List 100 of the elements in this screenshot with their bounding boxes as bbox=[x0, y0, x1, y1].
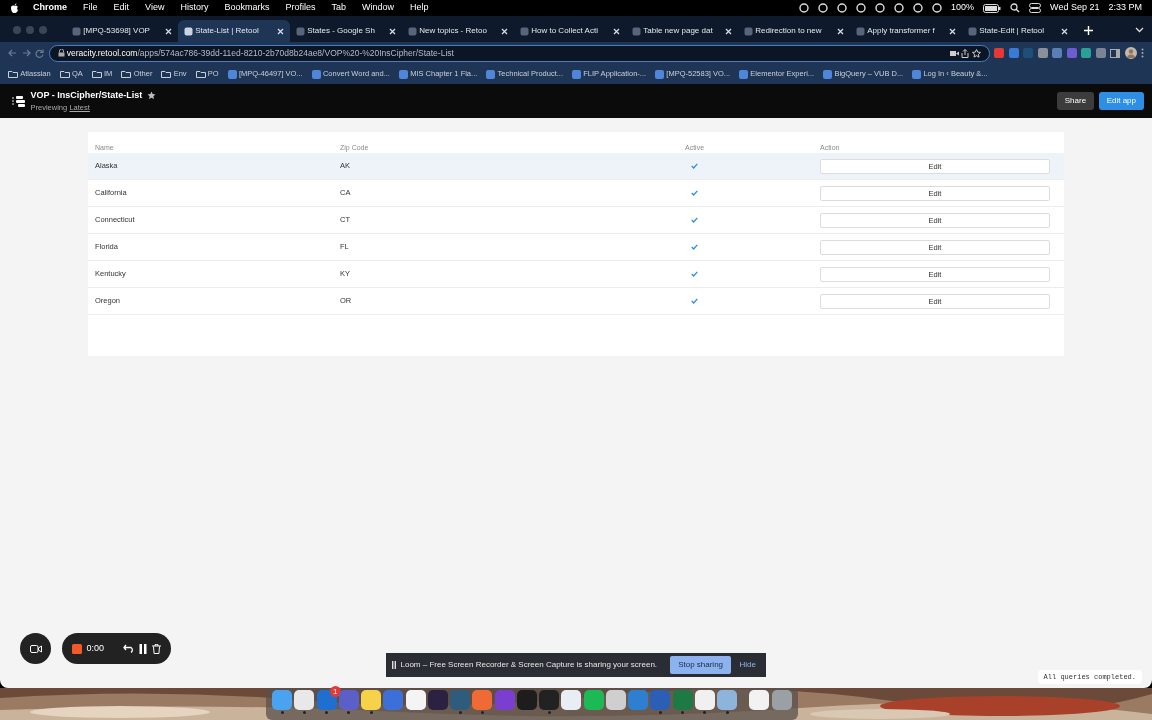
lock-icon bbox=[57, 49, 65, 57]
page-icon bbox=[184, 26, 193, 36]
url-text: veracity.retool.com/apps/574ac786-39dd-11ed-8210-2b70d8b24ae8/VOP%20-%20InsCipher/State-List bbox=[66, 46, 455, 60]
undo-icon[interactable] bbox=[122, 644, 135, 653]
forward-icon[interactable] bbox=[21, 49, 31, 57]
app-title: VOP - InsCipher/State-List bbox=[30, 88, 143, 102]
sidebar-icon[interactable] bbox=[1110, 48, 1120, 58]
site-icon bbox=[486, 69, 496, 79]
browser-tab[interactable]: New topics - Retoo bbox=[402, 20, 514, 42]
chevron-down-icon[interactable] bbox=[1135, 27, 1144, 33]
browser-tab[interactable]: Redirection to new bbox=[738, 20, 850, 42]
extension-icon[interactable] bbox=[1095, 48, 1106, 58]
browser-tab[interactable]: States - Google Sh bbox=[290, 20, 402, 42]
app-menu-title[interactable]: Chrome bbox=[33, 1, 67, 15]
dock-app-icon[interactable] bbox=[583, 690, 604, 710]
pause-icon[interactable] bbox=[139, 643, 148, 654]
close-icon[interactable] bbox=[165, 27, 172, 35]
menu-item[interactable]: Tab bbox=[331, 1, 346, 15]
menu-extra-icon[interactable] bbox=[837, 3, 848, 13]
dock-app-icon[interactable] bbox=[749, 690, 770, 710]
menu-extra-icon[interactable] bbox=[932, 3, 943, 13]
dock-app-icon[interactable] bbox=[605, 690, 626, 710]
page-icon bbox=[408, 26, 417, 36]
camera-button[interactable] bbox=[20, 633, 51, 664]
menu-extra-icon[interactable] bbox=[818, 3, 829, 13]
close-icon[interactable] bbox=[725, 27, 732, 35]
pause-icon bbox=[392, 661, 396, 669]
menu-extra-icon[interactable] bbox=[856, 3, 867, 13]
menu-item[interactable]: Help bbox=[410, 1, 429, 15]
hide-button[interactable]: Hide bbox=[735, 659, 760, 671]
share-button[interactable]: Share bbox=[1056, 92, 1095, 110]
close-icon[interactable] bbox=[277, 27, 284, 35]
folder-icon bbox=[59, 70, 70, 78]
page-icon bbox=[520, 26, 529, 36]
browser-tab[interactable]: State-List | Retool bbox=[178, 20, 290, 42]
menu-item[interactable]: Window bbox=[361, 1, 394, 15]
browser-tab[interactable]: State-Edit | Retool bbox=[962, 20, 1074, 42]
page-icon bbox=[72, 26, 81, 36]
dock-app-icon[interactable] bbox=[294, 690, 315, 710]
menu-item[interactable]: View bbox=[145, 1, 165, 15]
folder-icon bbox=[161, 70, 172, 78]
menu-extra-icon[interactable] bbox=[875, 3, 886, 13]
menu-item[interactable]: File bbox=[83, 1, 98, 15]
control-center-icon[interactable] bbox=[1029, 3, 1042, 13]
site-icon bbox=[227, 69, 237, 79]
menubar-time[interactable]: 2:33 PM bbox=[1108, 1, 1142, 15]
camera-icon[interactable] bbox=[950, 49, 959, 57]
stop-icon[interactable] bbox=[72, 643, 82, 654]
browser-tab[interactable]: How to Collect Acti bbox=[514, 20, 626, 42]
close-icon[interactable] bbox=[837, 27, 844, 35]
dock-app-icon[interactable] bbox=[694, 690, 715, 710]
dock-app-icon[interactable] bbox=[405, 690, 426, 710]
new-tab-icon[interactable] bbox=[1084, 26, 1093, 35]
menu-extra-icon[interactable] bbox=[799, 3, 810, 13]
search-icon[interactable] bbox=[1010, 3, 1021, 13]
folder-icon bbox=[195, 70, 206, 78]
site-icon bbox=[912, 69, 922, 79]
reload-icon[interactable] bbox=[35, 48, 44, 58]
close-icon[interactable] bbox=[389, 27, 396, 35]
extension-icon[interactable] bbox=[1081, 48, 1091, 58]
page-icon bbox=[296, 26, 305, 36]
dock-app-icon[interactable] bbox=[361, 690, 381, 710]
close-icon[interactable] bbox=[501, 27, 508, 35]
close-icon[interactable] bbox=[949, 27, 956, 35]
page-icon bbox=[968, 26, 977, 36]
menu-item[interactable]: Edit bbox=[113, 1, 130, 15]
dock-app-icon[interactable] bbox=[717, 690, 737, 710]
site-icon bbox=[311, 69, 321, 79]
star-icon[interactable] bbox=[146, 90, 156, 100]
menu-item[interactable]: Profiles bbox=[285, 1, 316, 15]
menubar-date[interactable]: Wed Sep 21 bbox=[1050, 1, 1100, 15]
close-icon[interactable] bbox=[613, 27, 620, 35]
address-bar[interactable]: veracity.retool.com/apps/574ac786-39dd-11ed-8210-2b70d8b24ae8/VOP%20-%20InsCipher/State-List bbox=[48, 44, 990, 62]
browser-tab[interactable]: Apply transformer f bbox=[850, 20, 962, 42]
browser-tab[interactable]: [MPQ-53698] VOP bbox=[66, 20, 178, 42]
extension-icon[interactable] bbox=[1037, 48, 1048, 58]
page-icon bbox=[856, 26, 865, 36]
avatar-icon[interactable] bbox=[1124, 47, 1137, 59]
star-icon[interactable] bbox=[971, 48, 981, 58]
site-icon bbox=[823, 69, 833, 79]
back-icon[interactable] bbox=[8, 49, 17, 57]
apple-icon[interactable] bbox=[10, 3, 19, 13]
site-icon bbox=[739, 69, 749, 79]
trash-icon[interactable] bbox=[151, 643, 161, 654]
menu-extra-icon[interactable] bbox=[913, 3, 924, 13]
menu-item[interactable]: Bookmarks bbox=[224, 1, 270, 15]
dock-app-icon[interactable] bbox=[561, 690, 582, 710]
menu-extra-icon[interactable] bbox=[894, 3, 905, 13]
more-icon[interactable] bbox=[1141, 48, 1144, 58]
extension-icon[interactable] bbox=[1008, 48, 1019, 58]
menu-item[interactable]: History bbox=[180, 1, 209, 15]
page-icon bbox=[744, 26, 753, 36]
share-icon[interactable] bbox=[961, 48, 970, 58]
app-menu-icon[interactable] bbox=[12, 95, 26, 107]
stop-sharing-button[interactable]: Stop sharing bbox=[670, 656, 732, 674]
close-icon[interactable] bbox=[1061, 27, 1068, 35]
sharing-message: Loom – Free Screen Recorder & Screen Capture is sharing your screen. bbox=[400, 659, 659, 671]
video-camera-icon bbox=[29, 644, 42, 653]
recording-timer: 0:00 bbox=[86, 641, 105, 655]
browser-tab[interactable]: Table new page dat bbox=[626, 20, 738, 42]
